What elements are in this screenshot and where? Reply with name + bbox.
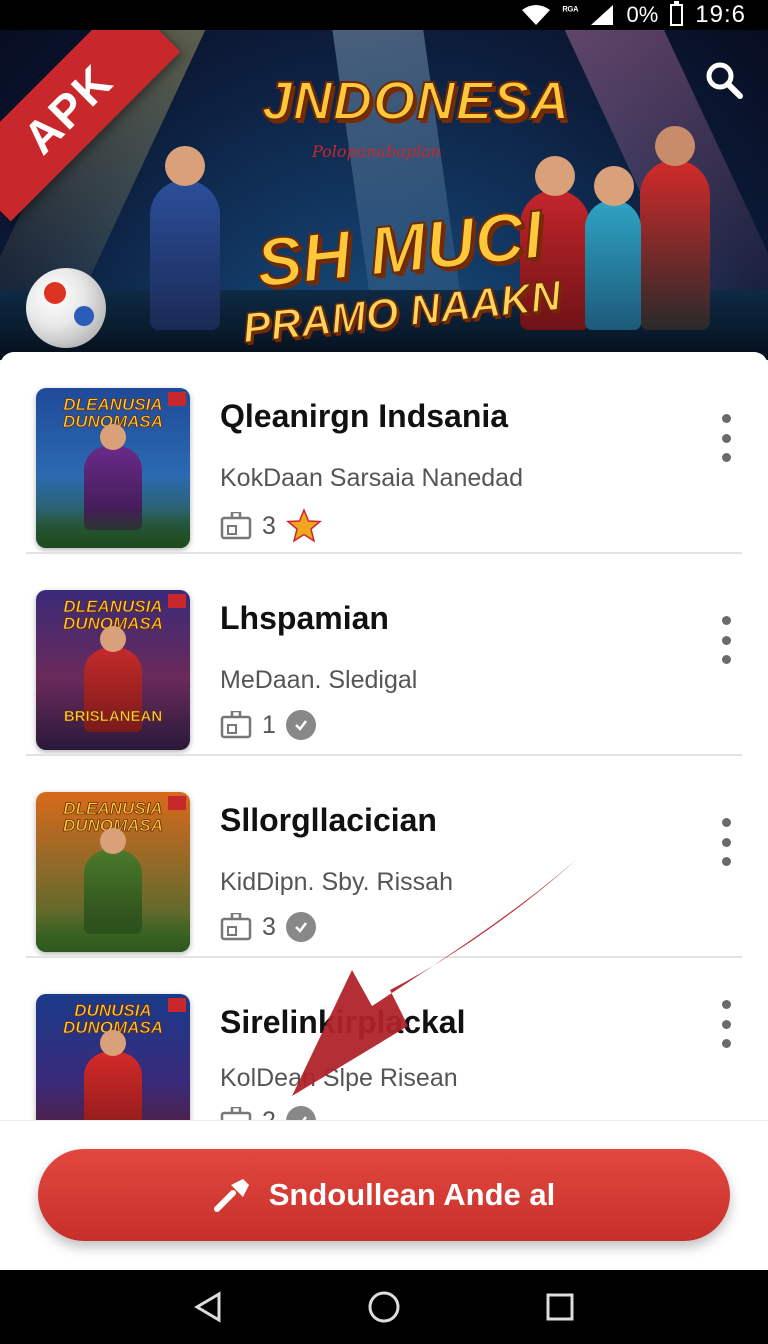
app-subtitle: KolDean Slpe Risean <box>220 1064 458 1092</box>
navigation-bar <box>0 1270 768 1344</box>
package-icon <box>220 711 252 739</box>
app-subtitle: KidDipn. Sby. Rissah <box>220 868 453 896</box>
thumbnail-ground <box>36 912 190 952</box>
list-item[interactable]: DLEANUSIA DUNOMASA Qleanirgn Indsania Ko… <box>0 352 768 554</box>
signal-icon <box>591 5 614 25</box>
check-icon <box>285 912 316 942</box>
banner-tagline: Polopanabaplan <box>312 142 442 161</box>
app-subtitle: MeDaan. Sledigal <box>220 666 418 694</box>
ball-graphic <box>26 268 106 348</box>
package-icon <box>220 512 252 540</box>
app-title[interactable]: Sirelinkirplackal <box>220 1004 465 1041</box>
character-figure <box>150 146 220 330</box>
recents-square-icon[interactable] <box>540 1287 580 1327</box>
download-button[interactable]: Sndoullean Ande al <box>38 1149 730 1241</box>
bottom-action-bar: Sndoullean Ande al <box>0 1120 768 1270</box>
thumbnail-tag: BRISLANEAN <box>63 708 163 726</box>
hammer-icon <box>213 1179 249 1212</box>
package-icon <box>220 913 252 941</box>
home-circle-icon[interactable] <box>364 1287 404 1327</box>
app-meta: 3 <box>220 912 316 942</box>
app-title[interactable]: Qleanirgn Indsania <box>220 398 508 435</box>
app-count: 3 <box>262 511 276 540</box>
more-options-icon[interactable] <box>718 818 734 866</box>
app-meta: 1 <box>220 710 316 740</box>
app-count: 1 <box>262 710 276 739</box>
app-meta: 3 <box>220 508 322 544</box>
more-options-icon[interactable] <box>718 616 734 664</box>
list-item[interactable]: DLEANUSIA DUNOMASA Sllorgllacician KidDi… <box>0 756 768 958</box>
back-triangle-icon[interactable] <box>188 1287 228 1327</box>
search-icon[interactable] <box>704 60 744 100</box>
character-figure <box>84 1030 142 1122</box>
status-bar: ᴿᴳᴬ 0% 19:6 <box>0 0 768 30</box>
app-thumbnail: DUNUSIA DUNOMASA <box>36 994 190 1122</box>
battery-icon <box>670 1 684 26</box>
thumbnail-ground <box>36 508 190 548</box>
app-subtitle: KokDaan Sarsaia Nanedad <box>220 464 523 492</box>
app-title[interactable]: Lhspamian <box>220 600 389 637</box>
character-figure <box>585 166 641 330</box>
app-title[interactable]: Sllorgllacician <box>220 802 437 839</box>
more-options-icon[interactable] <box>718 414 734 462</box>
list-item[interactable]: DLEANUSIA DUNOMASA BRISLANEAN Lhspamian … <box>0 554 768 756</box>
app-thumbnail: DLEANUSIA DUNOMASA <box>36 388 190 548</box>
app-count: 3 <box>262 912 276 941</box>
list-item[interactable]: DUNUSIA DUNOMASA Sirelinkirplackal KolDe… <box>0 958 768 1122</box>
download-button-label: Sndoullean Ande al <box>268 1177 556 1212</box>
banner-title: JNDONESA <box>261 70 571 132</box>
app-list: DLEANUSIA DUNOMASA Qleanirgn Indsania Ko… <box>0 352 768 1122</box>
promo-banner[interactable]: JNDONESA Polopanabaplan SH MUCI PRAMO NA… <box>0 30 768 360</box>
battery-percent: 0% <box>626 2 659 27</box>
wifi-icon <box>521 5 550 25</box>
network-type: ᴿᴳᴬ <box>562 5 579 17</box>
star-icon <box>285 508 322 543</box>
clock: 19:6 <box>695 1 746 28</box>
app-thumbnail: DLEANUSIA DUNOMASA BRISLANEAN <box>36 590 190 750</box>
character-figure <box>640 126 710 330</box>
check-icon <box>285 710 316 740</box>
more-options-icon[interactable] <box>718 1000 734 1048</box>
app-thumbnail: DLEANUSIA DUNOMASA <box>36 792 190 952</box>
